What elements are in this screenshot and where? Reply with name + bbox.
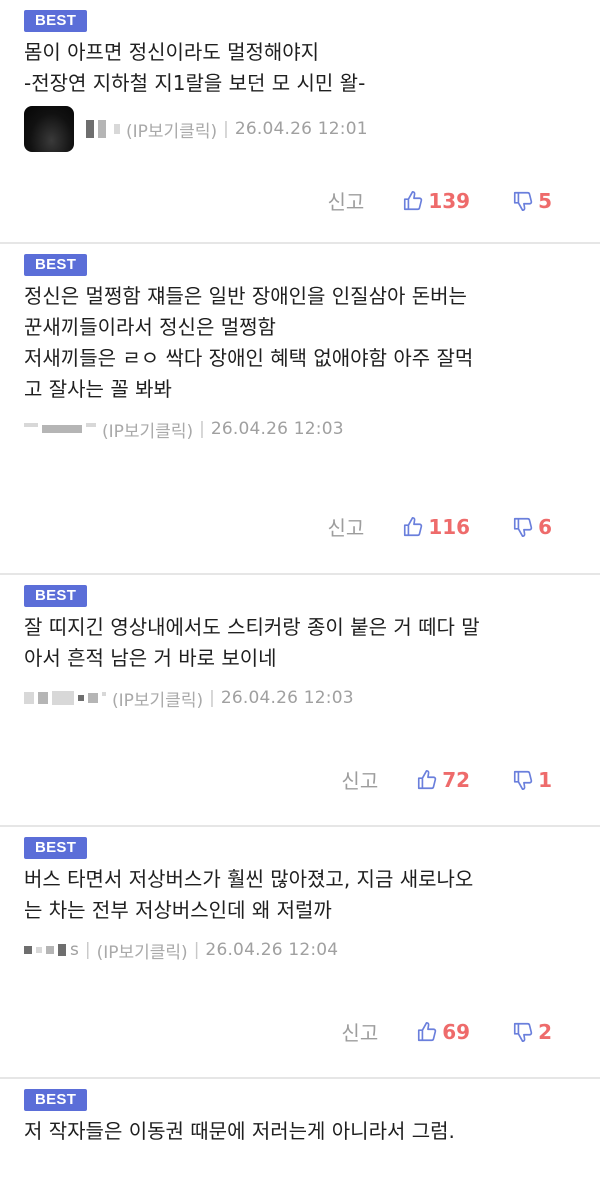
comment-date: 26.04.26 12:03 [220,688,354,708]
best-badge: BEST [24,1089,88,1111]
comment-line: 버스 타면서 저상버스가 훨씬 많아졌고, 지금 새로나오 [24,867,474,891]
comment-item: BEST 잘 띠지긴 영상내에서도 스티커랑 종이 붙은 거 떼다 말 아서 흔… [0,575,600,827]
like-count: 116 [428,514,471,539]
dislike-count: 6 [538,514,552,539]
report-button[interactable]: 신고 [341,765,378,794]
dislike-count: 2 [538,1019,552,1044]
report-button[interactable]: 신고 [328,186,365,215]
nickname-redacted: s [24,940,79,960]
comment-date: 26.04.26 12:01 [234,119,368,139]
best-badge: BEST [24,837,88,859]
dislike-button[interactable]: 6 [512,515,552,539]
thumbs-up-icon [402,516,424,538]
comment-text: 버스 타면서 저상버스가 훨씬 많아졌고, 지금 새로나오 는 차는 전부 저상… [24,864,578,926]
avatar[interactable] [24,106,74,152]
nickname-redacted [24,691,106,705]
comment-actions: 신고 139 5 [328,186,552,215]
comment-line: 정신은 멀쩡함 쟤들은 일반 장애인을 인질삼아 돈버는 [24,284,467,308]
dislike-count: 1 [538,767,552,792]
thumbs-up-icon [416,769,438,791]
comment-item: BEST 버스 타면서 저상버스가 훨씬 많아졌고, 지금 새로나오 는 차는 … [0,827,600,1079]
report-button[interactable]: 신고 [328,512,365,541]
ip-view-link[interactable]: (IP보기클릭) [126,117,217,142]
best-badge: BEST [24,585,88,607]
like-button[interactable]: 139 [402,189,470,213]
comment-actions: 신고 116 6 [328,512,552,541]
like-count: 139 [428,188,471,213]
dislike-button[interactable]: 5 [512,189,552,213]
comment-line: 몸이 아프면 정신이라도 멀정해야지 [24,40,320,64]
comment-line: -전장연 지하철 지1랄을 보던 모 시민 왈- [24,71,366,95]
comment-line: 저새끼들은 ㄹㅇ 싹다 장애인 혜택 없애야함 아주 잘먹 [24,346,474,370]
thumbs-up-icon [416,1021,438,1043]
nickname-suffix: s [70,940,79,960]
best-badge: BEST [24,10,88,32]
meta-separator: | [199,419,205,439]
dislike-button[interactable]: 1 [512,768,552,792]
best-badge: BEST [24,254,88,276]
comment-line: 꾼새끼들이라서 정신은 멀쩡함 [24,315,276,339]
dislike-count: 5 [538,188,552,213]
meta-separator: | [209,688,215,708]
comment-line: 저 작자들은 이동권 때문에 저러는게 아니라서 그럼. [24,1119,455,1143]
meta-separator: | [223,119,229,139]
like-count: 72 [442,767,471,792]
comment-meta: s | (IP보기클릭) | 26.04.26 12:04 [24,930,578,970]
ip-view-link[interactable]: (IP보기클릭) [102,417,193,442]
ip-view-link[interactable]: (IP보기클릭) [97,938,188,963]
comment-actions: 신고 69 2 [341,1017,552,1046]
comment-meta: (IP보기클릭) | 26.04.26 12:03 [24,409,578,449]
comment-line: 고 잘사는 꼴 봐봐 [24,377,172,401]
comment-meta: (IP보기클릭) | 26.04.26 12:03 [24,678,578,718]
comment-text: 잘 띠지긴 영상내에서도 스티커랑 종이 붙은 거 떼다 말 아서 흔적 남은 … [24,612,578,674]
comment-date: 26.04.26 12:03 [210,419,344,439]
nickname-redacted [86,120,120,138]
meta-separator: | [84,940,91,960]
comment-line: 잘 띠지긴 영상내에서도 스티커랑 종이 붙은 거 떼다 말 [24,615,480,639]
comment-item: BEST 몸이 아프면 정신이라도 멀정해야지 -전장연 지하철 지1랄을 보던… [0,0,600,244]
comment-text: 저 작자들은 이동권 때문에 저러는게 아니라서 그럼. [24,1116,578,1147]
thumbs-down-icon [512,1021,534,1043]
comment-date: 26.04.26 12:04 [205,940,339,960]
comment-item: BEST 저 작자들은 이동권 때문에 저러는게 아니라서 그럼. [0,1079,600,1183]
comment-text: 몸이 아프면 정신이라도 멀정해야지 -전장연 지하철 지1랄을 보던 모 시민… [24,37,578,99]
like-button[interactable]: 69 [416,1020,470,1044]
nickname-redacted [24,423,96,433]
report-button[interactable]: 신고 [341,1017,378,1046]
comment-actions: 신고 72 1 [341,765,552,794]
thumbs-down-icon [512,190,534,212]
comment-line: 아서 흔적 남은 거 바로 보이네 [24,646,277,670]
thumbs-down-icon [512,769,534,791]
dislike-button[interactable]: 2 [512,1020,552,1044]
comment-line: 는 차는 전부 저상버스인데 왜 저럴까 [24,898,332,922]
like-button[interactable]: 116 [402,515,470,539]
like-count: 69 [442,1019,471,1044]
comment-item: BEST 정신은 멀쩡함 쟤들은 일반 장애인을 인질삼아 돈버는 꾼새끼들이라… [0,244,600,575]
ip-view-link[interactable]: (IP보기클릭) [112,686,203,711]
thumbs-down-icon [512,516,534,538]
thumbs-up-icon [402,190,424,212]
comment-text: 정신은 멀쩡함 쟤들은 일반 장애인을 인질삼아 돈버는 꾼새끼들이라서 정신은… [24,281,578,405]
like-button[interactable]: 72 [416,768,470,792]
meta-separator: | [193,940,200,960]
comment-meta: (IP보기클릭) | 26.04.26 12:01 [24,105,578,153]
